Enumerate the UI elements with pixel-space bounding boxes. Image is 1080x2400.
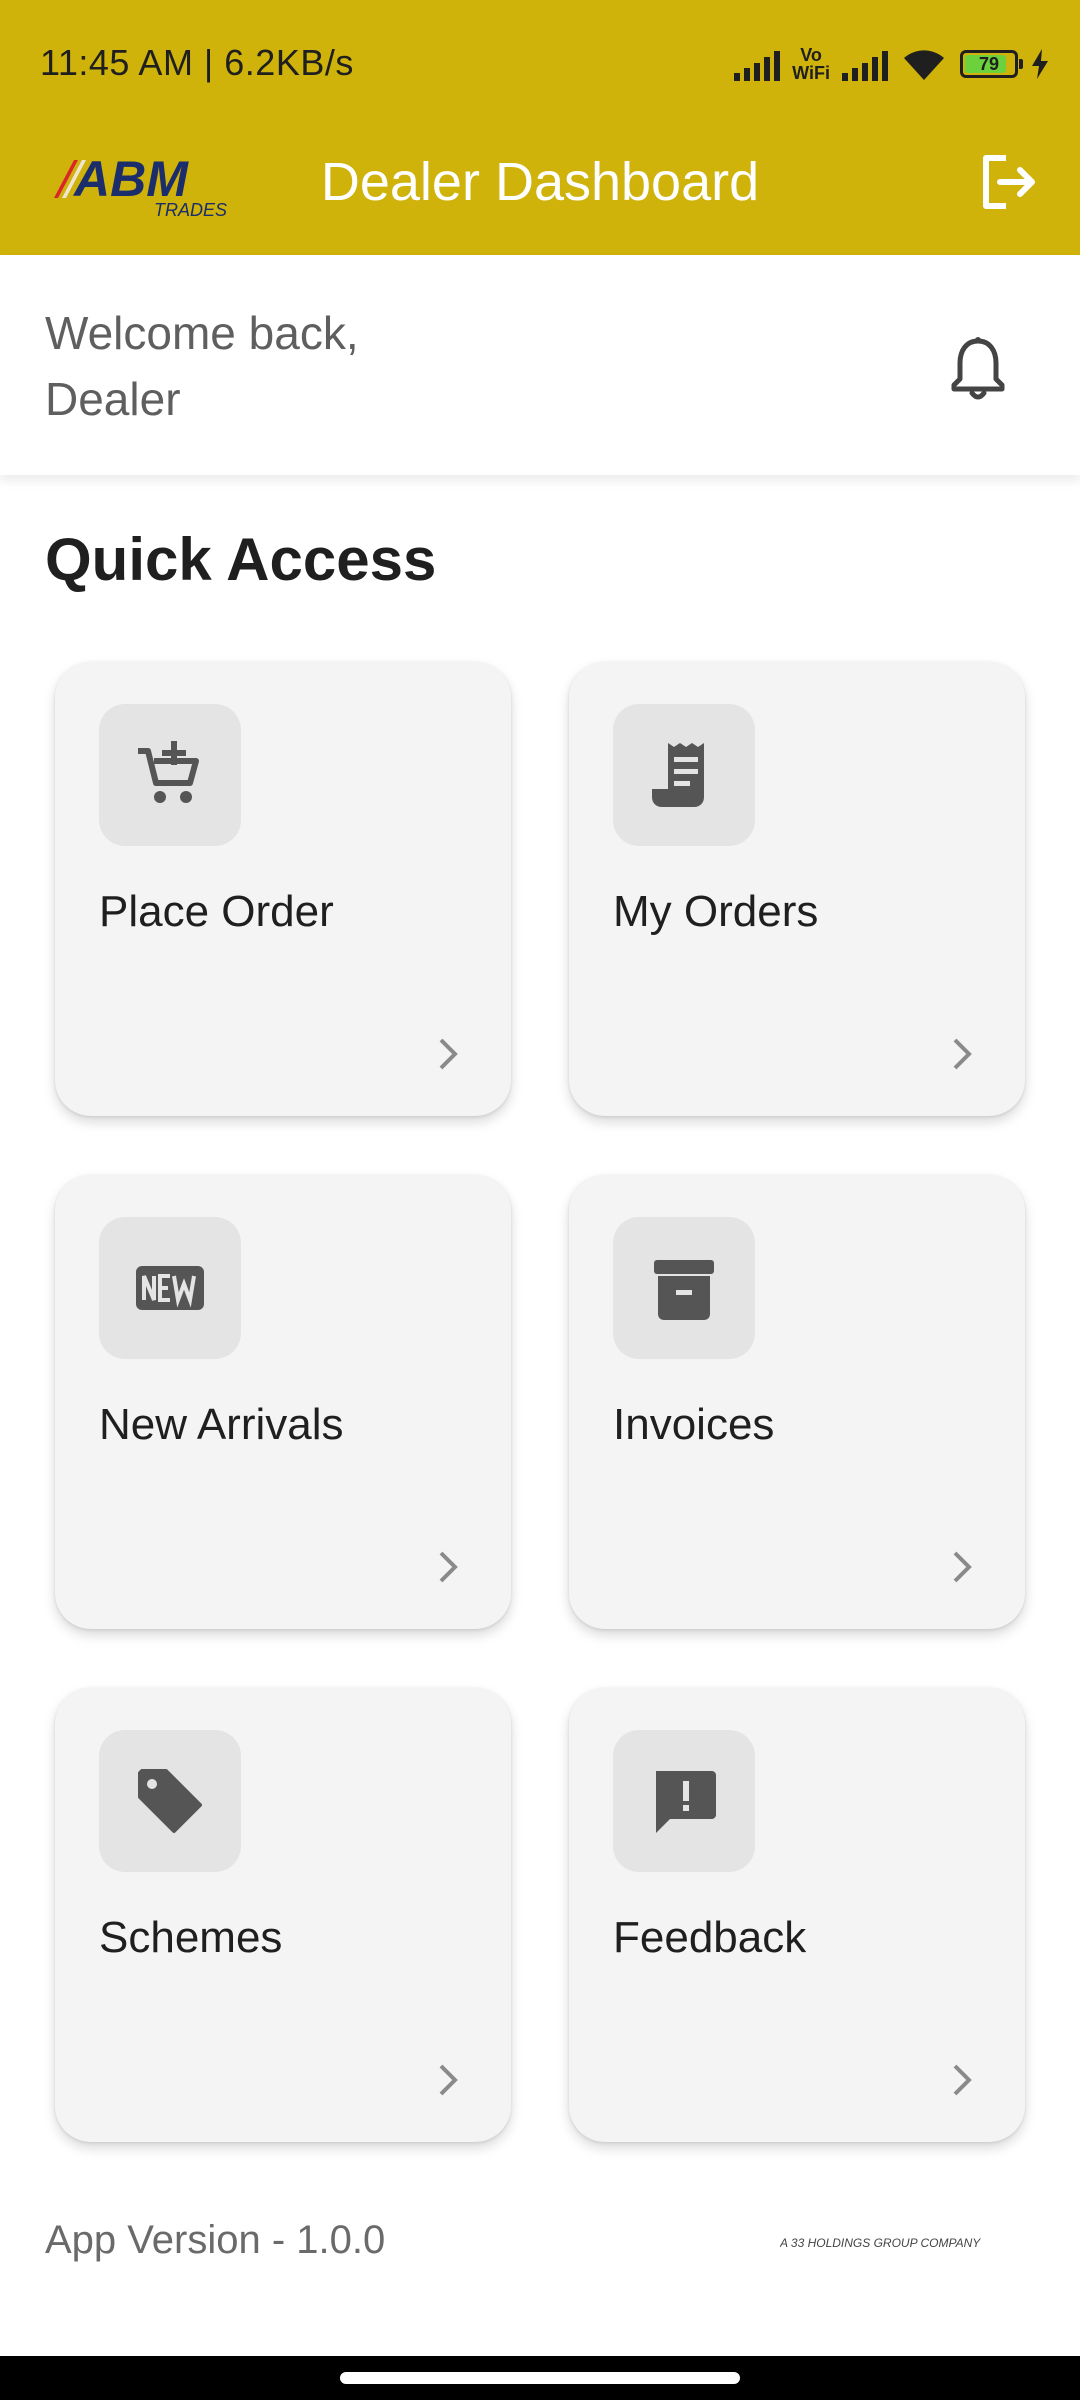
chevron-right-icon — [439, 1038, 458, 1070]
card-label: Feedback — [613, 1913, 807, 1962]
card-invoices[interactable]: Invoices — [569, 1175, 1025, 1629]
section-title: Quick Access — [45, 526, 437, 593]
battery-icon: 79 — [960, 50, 1023, 78]
bell-icon[interactable] — [948, 335, 1008, 401]
card-label: My Orders — [613, 887, 819, 936]
new-badge-icon — [136, 1266, 204, 1310]
chevron-right-icon — [439, 1551, 458, 1583]
home-indicator[interactable] — [340, 2372, 740, 2384]
card-icon-box — [99, 704, 241, 846]
charging-icon — [1032, 49, 1048, 79]
vowifi-icon: Vo WiFi — [792, 45, 830, 83]
card-icon-box — [613, 1730, 755, 1872]
status-time: 11:45 AM | 6.2KB/s — [40, 42, 354, 83]
card-icon-box — [99, 1730, 241, 1872]
welcome-text: Welcome back, Dealer — [45, 307, 359, 425]
card-label: Schemes — [99, 1913, 283, 1962]
card-icon-box — [99, 1217, 241, 1359]
chevron-right-icon — [953, 1551, 972, 1583]
chevron-right-icon — [953, 2064, 972, 2096]
card-feedback[interactable]: Feedback — [569, 1688, 1025, 2142]
app-version: App Version - 1.0.0 — [45, 2218, 386, 2262]
app-bar: 11:45 AM | 6.2KB/s Vo WiFi 79 ABM TRADES… — [0, 0, 1080, 255]
chevron-right-icon — [953, 1038, 972, 1070]
signal-icon-2 — [842, 47, 888, 81]
card-icon-box — [613, 1217, 755, 1359]
status-icons: Vo WiFi 79 — [734, 42, 1050, 86]
card-icon-box — [613, 704, 755, 846]
card-label: Place Order — [99, 887, 334, 936]
page-title: Dealer Dashboard — [320, 152, 760, 212]
card-place-order[interactable]: Place Order — [55, 662, 511, 1116]
receipt-icon — [652, 743, 704, 807]
chevron-right-icon — [439, 2064, 458, 2096]
feedback-icon — [656, 1771, 716, 1833]
archive-box-icon — [654, 1260, 714, 1320]
card-schemes[interactable]: Schemes — [55, 1688, 511, 2142]
card-my-orders[interactable]: My Orders — [569, 662, 1025, 1116]
wifi-icon — [904, 50, 944, 80]
welcome-header: Welcome back, Dealer — [0, 255, 1080, 475]
card-label: Invoices — [613, 1400, 775, 1449]
signal-icon — [734, 47, 781, 81]
holdings-logo: A 33 HOLDINGS GROUP COMPANY — [780, 2236, 981, 2250]
tag-icon — [138, 1769, 202, 1833]
logout-icon[interactable] — [976, 150, 1040, 214]
svg-text:A 33 HOLDINGS GROUP COMPANY: A 33 HOLDINGS GROUP COMPANY — [780, 2236, 981, 2250]
card-label: New Arrivals — [99, 1400, 344, 1449]
cart-add-icon — [138, 741, 199, 803]
status-bar: 11:45 AM | 6.2KB/s Vo WiFi 79 — [0, 0, 1080, 130]
card-new-arrivals[interactable]: New Arrivals — [55, 1175, 511, 1629]
